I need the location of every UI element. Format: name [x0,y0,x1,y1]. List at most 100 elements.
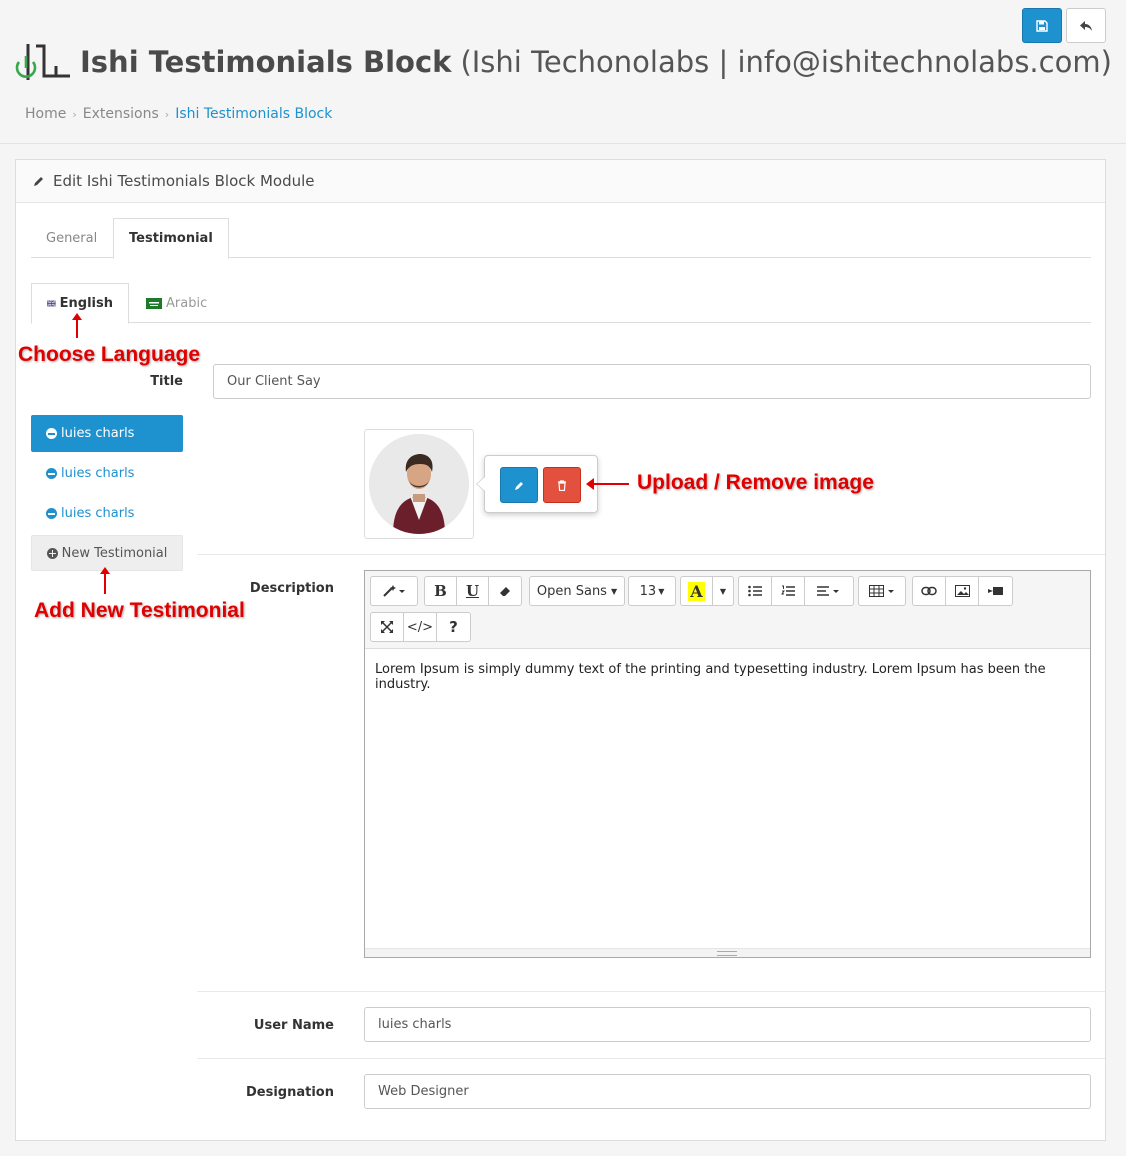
annotation-add-new: Add New Testimonial [34,599,245,622]
reply-icon [1080,20,1092,31]
title-label: Title [150,374,183,389]
breadcrumb-current[interactable]: Ishi Testimonials Block [175,106,332,122]
testimonial-item-label: luies charls [61,426,135,441]
uk-flag-icon [47,300,56,307]
testimonial-image[interactable] [364,429,474,539]
description-textarea[interactable]: Lorem Ipsum is simply dummy text of the … [365,649,1090,705]
divider [197,554,1105,555]
caret-down-icon: ▼ [719,586,727,596]
pencil-icon [34,176,43,186]
font-family-group: Open Sans ▼ [529,576,625,606]
magic-wand-icon [383,585,405,597]
minus-circle-icon[interactable] [46,468,57,479]
divider [197,991,1105,992]
testimonial-item-label: luies charls [61,466,135,481]
header-actions [1022,8,1106,43]
panel-heading: Edit Ishi Testimonials Block Module [16,160,1105,203]
new-testimonial-label: New Testimonial [61,545,168,561]
title-input[interactable]: Our Client Say [213,364,1091,399]
breadcrumb-home[interactable]: Home [25,106,66,122]
font-size-value: 13 [639,583,657,599]
testimonial-item-2[interactable]: luies charls [31,455,183,492]
plus-circle-icon [46,547,58,559]
font-size-select[interactable]: 13 ▼ [629,577,675,605]
annotation-choose-language: Choose Language [18,343,201,366]
font-family-value: Open Sans [536,583,607,599]
view-group: </> ? [370,612,471,642]
fullscreen-button[interactable] [371,613,404,641]
image-action-popover [476,455,598,513]
main-tabs: General Testimonial [31,218,1091,259]
minus-circle-icon[interactable] [46,508,57,519]
save-icon [1036,19,1048,32]
testimonial-item-3[interactable]: luies charls [31,495,183,532]
editor-toolbar: B U Open Sans ▼ 13 ▼ A ▼ </> ? [365,571,1090,649]
table-group [858,576,906,606]
style-group [370,576,418,606]
bold-button[interactable]: B [425,577,457,605]
breadcrumb-extensions[interactable]: Extensions [83,106,159,122]
video-button[interactable] [979,577,1012,605]
tab-language-arabic[interactable]: Arabic [131,283,222,323]
chevron-right-icon: › [72,107,77,121]
designation-input[interactable]: Web Designer [364,1074,1091,1109]
page-subtitle: (Ishi Techonolabs | info@ishitechnolabs.… [460,45,1112,79]
code-view-button[interactable]: </> [404,613,437,641]
caret-down-icon: ▼ [658,586,665,596]
caret-down-icon: ▼ [610,586,618,596]
ordered-list-button[interactable] [772,577,805,605]
highlight-color-button[interactable]: A [681,577,713,605]
panel-title: Edit Ishi Testimonials Block Module [53,172,315,190]
font-family-select[interactable]: Open Sans ▼ [530,577,624,605]
annotation-arrow-new [100,567,110,594]
chevron-right-icon: › [164,107,170,121]
remove-image-button[interactable] [543,467,581,503]
font-size-group: 13 ▼ [628,576,676,606]
eraser-button[interactable] [489,577,521,605]
page-title: Ishi Testimonials Block [80,45,452,79]
description-label: Description [249,581,334,596]
font-style-group: B U [424,576,522,606]
ordered-list-icon [781,585,795,596]
avatar [369,434,469,534]
annotation-arrow-language [72,313,82,338]
tab-language-english-label: English [59,296,113,311]
color-dropdown-button[interactable]: ▼ [713,577,733,605]
language-tabs: English Arabic [31,283,1091,324]
pencil-icon [514,481,523,490]
image-button[interactable] [946,577,979,605]
trash-icon [558,479,566,491]
editor-resize-handle[interactable] [365,948,1090,957]
description-editor: B U Open Sans ▼ 13 ▼ A ▼ </> ? Lorem Ips… [364,570,1091,958]
annotation-upload-remove: Upload / Remove image [637,471,874,494]
insert-group [912,576,1013,606]
page-header: Ishi Testimonials Block (Ishi Techonolab… [14,40,1112,84]
video-icon [988,587,1003,595]
back-button[interactable] [1066,8,1106,43]
logo-icon [15,44,70,80]
upload-image-button[interactable] [500,467,538,503]
unordered-list-button[interactable] [739,577,772,605]
save-button[interactable] [1022,8,1062,43]
link-icon [921,586,937,596]
arabic-flag-icon [146,297,162,309]
minus-circle-icon[interactable] [46,428,57,439]
unordered-list-icon [748,585,762,597]
divider [197,1058,1105,1059]
edit-panel: Edit Ishi Testimonials Block Module Gene… [15,159,1106,1141]
table-button[interactable] [859,577,905,605]
table-icon [869,585,894,597]
color-group: A ▼ [680,576,734,606]
expand-icon [381,621,393,633]
help-button[interactable]: ? [437,613,470,641]
annotation-arrow-image [586,478,629,490]
align-left-icon [817,586,839,596]
testimonial-item-1[interactable]: luies charls [31,415,183,452]
tab-testimonial[interactable]: Testimonial [113,218,229,259]
link-button[interactable] [913,577,946,605]
username-input[interactable]: luies charls [364,1007,1091,1042]
paragraph-align-button[interactable] [805,577,853,605]
underline-button[interactable]: U [457,577,489,605]
magic-style-button[interactable] [371,577,417,605]
tab-general[interactable]: General [31,218,112,258]
